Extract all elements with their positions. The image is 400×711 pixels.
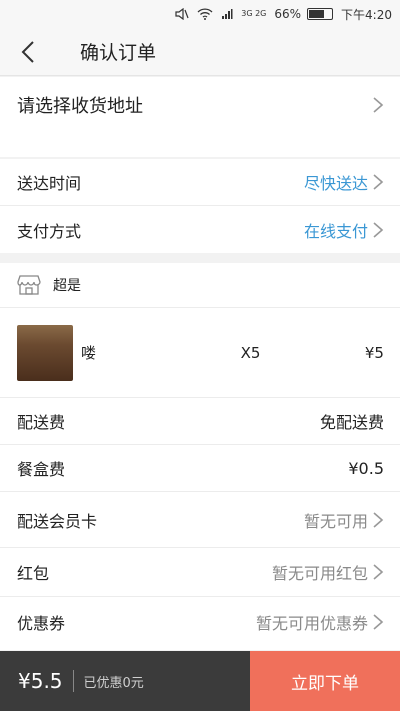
payment-method-row[interactable]: 支付方式 在线支付 bbox=[0, 206, 400, 253]
box-fee-label: 餐盒费 bbox=[17, 460, 66, 479]
member-card-row[interactable]: 配送会员卡 暂无可用 bbox=[0, 492, 400, 548]
item-name: 喽 bbox=[81, 344, 97, 362]
shop-row: 超是 bbox=[0, 263, 400, 308]
total-price: ¥5.5 bbox=[18, 669, 63, 693]
wifi-icon bbox=[197, 8, 213, 20]
red-packet-row[interactable]: 红包 暂无可用红包 bbox=[0, 548, 400, 597]
address-section: 请选择收货地址 bbox=[0, 77, 400, 157]
nav-bar: 确认订单 bbox=[0, 28, 400, 76]
box-fee-row: 餐盒费 ¥0.5 bbox=[0, 445, 400, 492]
signal-icon bbox=[221, 8, 233, 20]
red-packet-label: 红包 bbox=[17, 564, 50, 583]
payment-method-label: 支付方式 bbox=[17, 221, 82, 241]
delivery-time-row[interactable]: 送达时间 尽快送达 bbox=[0, 159, 400, 206]
coupon-label: 优惠券 bbox=[17, 613, 66, 633]
delivery-fee-row: 配送费 免配送费 bbox=[0, 398, 400, 445]
member-card-value: 暂无可用 bbox=[303, 511, 368, 531]
red-packet-value: 暂无可用红包 bbox=[271, 564, 368, 583]
chevron-right-icon bbox=[373, 564, 384, 580]
mute-icon bbox=[175, 8, 189, 20]
status-bar: 3G 2G 66% 下午4:20 bbox=[0, 0, 400, 28]
coupon-value: 暂无可用优惠券 bbox=[255, 613, 368, 633]
delivery-fee-label: 配送费 bbox=[17, 413, 66, 432]
member-card-label: 配送会员卡 bbox=[17, 511, 98, 531]
network-type: 3G 2G bbox=[241, 9, 267, 18]
battery-percent: 66% bbox=[274, 7, 302, 21]
chevron-right-icon bbox=[373, 613, 384, 630]
battery-icon bbox=[307, 8, 334, 20]
delivery-fee-value: 免配送费 bbox=[319, 413, 384, 432]
divider bbox=[72, 670, 74, 692]
chevron-right-icon bbox=[372, 96, 384, 114]
delivery-section: 送达时间 尽快送达 支付方式 在线支付 bbox=[0, 159, 400, 253]
item-price: ¥5 bbox=[364, 343, 384, 362]
checkout-bar: ¥5.5 已优惠0元 立即下单 bbox=[0, 651, 400, 711]
order-item: 喽 X5 ¥5 bbox=[0, 308, 400, 398]
total-panel: ¥5.5 已优惠0元 bbox=[0, 651, 250, 711]
coupon-row[interactable]: 优惠券 暂无可用优惠券 bbox=[0, 597, 400, 646]
payment-method-value: 在线支付 bbox=[303, 221, 368, 241]
page-title: 确认订单 bbox=[80, 42, 157, 64]
chevron-right-icon bbox=[373, 511, 384, 528]
shop-name: 超是 bbox=[53, 278, 81, 294]
delivery-time-label: 送达时间 bbox=[17, 174, 82, 193]
discount-text: 已优惠0元 bbox=[83, 675, 144, 691]
order-section: 超是 喽 X5 ¥5 配送费 免配送费 餐盒费 ¥0.5 配送会员卡 暂无可用 … bbox=[0, 263, 400, 650]
back-arrow-icon bbox=[21, 40, 34, 63]
submit-order-button[interactable]: 立即下单 bbox=[250, 651, 400, 711]
box-fee-value: ¥0.5 bbox=[348, 458, 384, 478]
chevron-right-icon bbox=[373, 174, 384, 190]
delivery-time-value: 尽快送达 bbox=[303, 174, 368, 193]
clock: 下午4:20 bbox=[341, 7, 392, 22]
chevron-right-icon bbox=[373, 221, 384, 238]
address-label: 请选择收货地址 bbox=[17, 96, 143, 117]
item-thumbnail bbox=[17, 324, 73, 381]
back-button[interactable] bbox=[0, 28, 56, 76]
shop-icon bbox=[17, 275, 41, 295]
item-quantity: X5 bbox=[240, 343, 261, 362]
address-row[interactable]: 请选择收货地址 bbox=[0, 77, 400, 133]
